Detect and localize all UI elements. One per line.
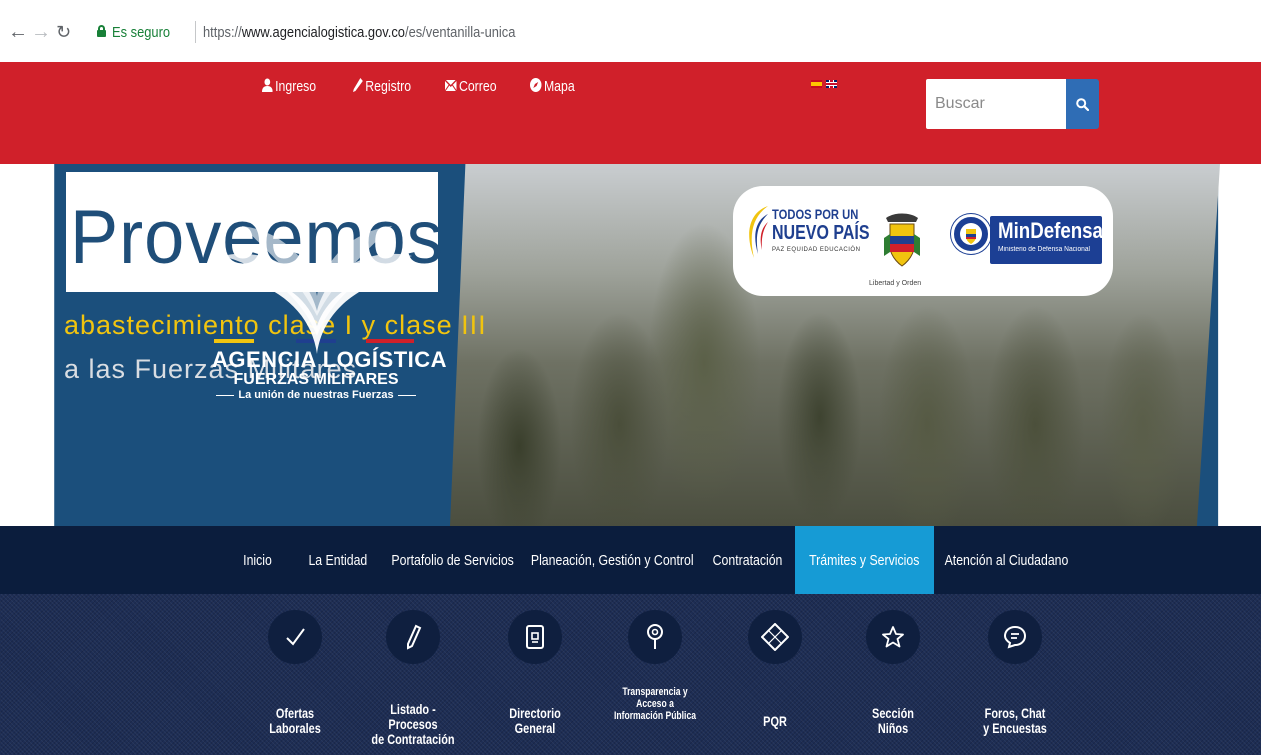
nav-item-contratacion[interactable]: Contratación bbox=[710, 526, 786, 594]
search-box bbox=[926, 79, 1066, 129]
mail-link[interactable]: Correo bbox=[444, 78, 497, 95]
address-bar[interactable]: Es seguro https://www.agencialogistica.g… bbox=[84, 14, 1258, 50]
forward-arrow-icon[interactable]: → bbox=[31, 22, 51, 42]
service-label: PQR bbox=[763, 713, 787, 729]
hero-banner: Proveemos abastecimiento clase I y clase… bbox=[0, 164, 1261, 526]
contact-card-icon bbox=[508, 610, 562, 664]
nav-label: Trámites y Servicios bbox=[809, 551, 920, 569]
nav-label: Portafolio de Servicios bbox=[391, 551, 515, 569]
search-input[interactable] bbox=[926, 79, 1066, 129]
nav-item-tramites[interactable]: Trámites y Servicios bbox=[795, 526, 934, 594]
url-path: /es/ventanilla-unica bbox=[404, 24, 516, 41]
nav-item-inicio[interactable]: Inicio bbox=[243, 526, 273, 594]
nav-item-portafolio[interactable]: Portafolio de Servicios bbox=[388, 526, 518, 594]
gov-line-3: PAZ EQUIDAD EDUCACIÓN bbox=[772, 247, 861, 253]
mindefensa-title: MinDefensa bbox=[998, 218, 1103, 243]
secure-label: Es seguro bbox=[112, 24, 171, 41]
service-label: Sección Niños bbox=[872, 705, 914, 736]
service-label: Transparencia y Acceso a Información Púb… bbox=[613, 686, 696, 722]
login-label: Ingreso bbox=[275, 78, 317, 95]
todos-por-un-nuevo-pais-logo: TODOS POR UN NUEVO PAÍS PAZ EQUIDAD EDUC… bbox=[740, 202, 870, 282]
checkmark-icon bbox=[268, 610, 322, 664]
logo-tagline: La unión de nuestras Fuerzas bbox=[212, 389, 420, 401]
nav-label: Contratación bbox=[713, 551, 783, 569]
star-icon bbox=[866, 610, 920, 664]
nav-item-planeacion[interactable]: Planeación, Gestión y Control bbox=[530, 526, 694, 594]
logo-line-1: AGENCIA LOGÍSTICA bbox=[212, 347, 448, 372]
agency-logo-text: AGENCIA LOGÍSTICA FUERZAS MILITARES La u… bbox=[212, 347, 448, 401]
nav-item-atencion[interactable]: Atención al Ciudadano bbox=[942, 526, 1070, 594]
url-host: www.agencialogistica.gov.co bbox=[241, 24, 405, 41]
service-label: Listado - Procesos de Contratación bbox=[371, 701, 455, 747]
pqr-diamond-icon bbox=[748, 610, 802, 664]
lock-icon bbox=[97, 25, 106, 37]
gov-line-1: TODOS POR UN bbox=[772, 206, 859, 222]
mail-label: Correo bbox=[458, 78, 497, 95]
mindefensa-logo: MinDefensa Ministerio de Defensa Naciona… bbox=[990, 216, 1103, 264]
register-link[interactable]: Registro bbox=[353, 78, 411, 95]
service-label: Foros, Chat y Encuestas bbox=[983, 705, 1047, 736]
eagle-wings-logo-icon bbox=[222, 226, 412, 354]
user-icon bbox=[262, 78, 273, 95]
nav-label: Atención al Ciudadano bbox=[944, 551, 1068, 569]
gov-line-2: NUEVO PAÍS bbox=[772, 222, 870, 244]
mindefensa-seal-icon bbox=[951, 214, 991, 254]
mindefensa-subtitle: Ministerio de Defensa Nacional bbox=[998, 246, 1091, 253]
envelope-icon bbox=[444, 79, 457, 94]
service-label: Directorio General bbox=[509, 705, 561, 736]
spanish-flag-icon[interactable] bbox=[811, 80, 822, 88]
back-arrow-icon[interactable]: ← bbox=[8, 22, 28, 42]
pencil-icon bbox=[353, 78, 363, 95]
chat-bubble-icon bbox=[988, 610, 1042, 664]
pencil-icon bbox=[386, 610, 440, 664]
escudo-caption: Libertad y Orden bbox=[869, 280, 922, 287]
top-utility-bar: Ingreso Registro Correo Mapa bbox=[0, 62, 1261, 164]
main-navigation: Inicio La Entidad Portafolio de Servicio… bbox=[0, 526, 1261, 594]
register-label: Registro bbox=[365, 78, 412, 95]
services-band: Ofertas Laborales Listado - Procesos de … bbox=[0, 594, 1261, 755]
location-pin-icon bbox=[628, 610, 682, 664]
nav-label: La Entidad bbox=[308, 551, 368, 569]
url-text[interactable]: https://www.agencialogistica.gov.co/es/v… bbox=[203, 24, 515, 41]
logo-line-3: La unión de nuestras Fuerzas bbox=[238, 389, 394, 401]
nav-label: Inicio bbox=[243, 551, 273, 569]
search-button[interactable] bbox=[1066, 79, 1099, 129]
compass-icon bbox=[530, 78, 542, 95]
english-flag-icon[interactable] bbox=[826, 80, 837, 88]
language-switcher bbox=[811, 80, 837, 88]
service-label: Ofertas Laborales bbox=[269, 705, 321, 736]
colombia-brand-mark-icon bbox=[749, 206, 768, 258]
map-link[interactable]: Mapa bbox=[530, 78, 575, 95]
colombia-coat-of-arms-icon bbox=[884, 213, 920, 267]
nav-item-la-entidad[interactable]: La Entidad bbox=[303, 526, 373, 594]
map-label: Mapa bbox=[543, 78, 575, 95]
reload-icon[interactable]: ↻ bbox=[56, 22, 71, 42]
search-icon bbox=[1076, 97, 1089, 111]
login-link[interactable]: Ingreso bbox=[262, 78, 316, 95]
logo-line-2: FUERZAS MILITARES bbox=[233, 371, 399, 388]
url-scheme: https:// bbox=[203, 24, 242, 41]
browser-toolbar: ← → ↻ Es seguro https://www.agencialogis… bbox=[0, 0, 1261, 62]
address-divider bbox=[195, 21, 196, 43]
nav-label: Planeación, Gestión y Control bbox=[530, 551, 694, 569]
